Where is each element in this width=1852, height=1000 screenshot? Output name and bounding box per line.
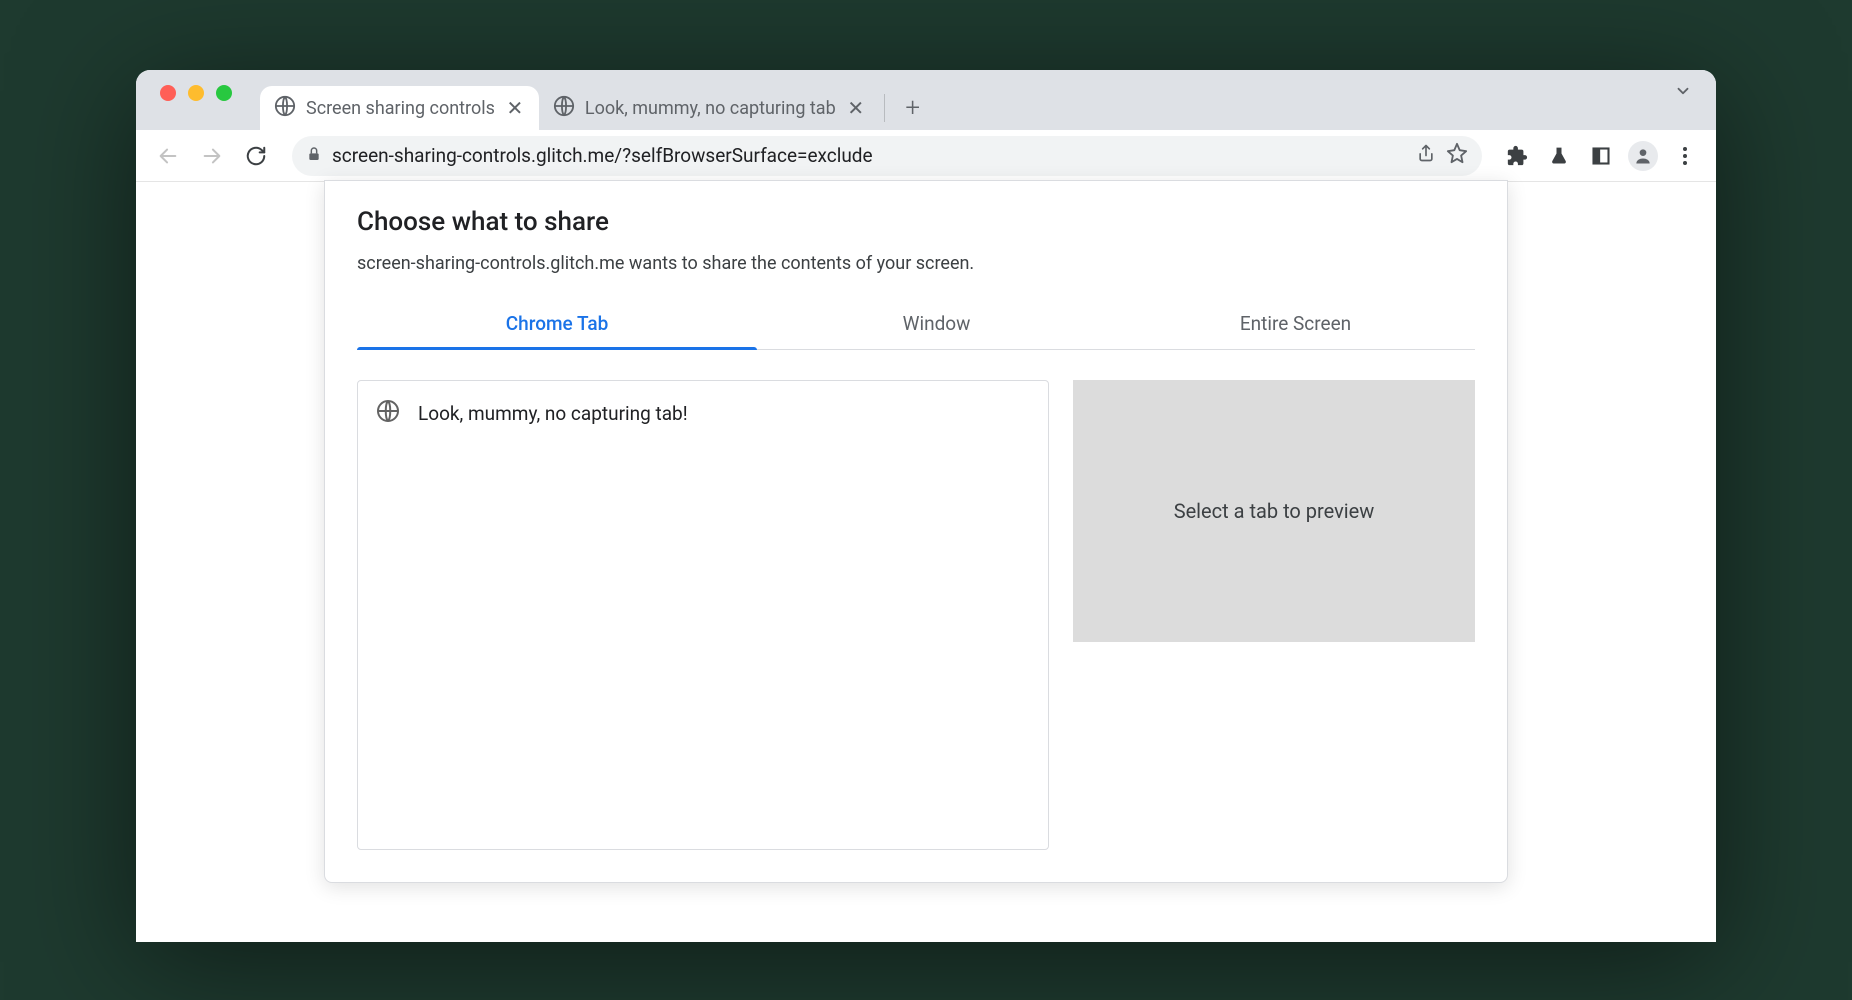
extensions-icon[interactable]: [1500, 139, 1534, 173]
share-tab-entire-screen[interactable]: Entire Screen: [1116, 298, 1475, 349]
globe-icon: [274, 95, 296, 122]
star-icon[interactable]: [1446, 142, 1468, 169]
screen-share-dialog: Choose what to share screen-sharing-cont…: [324, 180, 1508, 883]
reload-button[interactable]: [238, 138, 274, 174]
share-tab-chrome-tab[interactable]: Chrome Tab: [357, 298, 757, 349]
avatar-icon: [1628, 141, 1658, 171]
dialog-description: screen-sharing-controls.glitch.me wants …: [357, 253, 1475, 274]
preview-placeholder: Select a tab to preview: [1174, 499, 1375, 523]
shareable-tab-title: Look, mummy, no capturing tab!: [418, 402, 688, 425]
tab-search-button[interactable]: [1664, 82, 1702, 104]
browser-tab-inactive[interactable]: Look, mummy, no capturing tab ✕: [539, 86, 880, 130]
tab-separator: [884, 94, 885, 122]
back-button[interactable]: [150, 138, 186, 174]
shareable-tab-item[interactable]: Look, mummy, no capturing tab!: [376, 395, 1030, 432]
url-text: screen-sharing-controls.glitch.me/?selfB…: [332, 144, 1406, 167]
share-icon[interactable]: [1416, 143, 1436, 168]
globe-icon: [376, 399, 400, 428]
share-content: Look, mummy, no capturing tab! Select a …: [357, 380, 1475, 850]
maximize-window-button[interactable]: [216, 85, 232, 101]
profile-button[interactable]: [1626, 139, 1660, 173]
labs-icon[interactable]: [1542, 139, 1576, 173]
tab-title: Screen sharing controls: [306, 98, 495, 119]
window-controls: [160, 85, 232, 101]
menu-button[interactable]: [1668, 139, 1702, 173]
shareable-tab-list: Look, mummy, no capturing tab!: [357, 380, 1049, 850]
globe-icon: [553, 95, 575, 122]
close-tab-icon[interactable]: ✕: [505, 96, 525, 120]
browser-window: Screen sharing controls ✕ Look, mummy, n…: [136, 70, 1716, 942]
titlebar: Screen sharing controls ✕ Look, mummy, n…: [136, 70, 1716, 130]
browser-tab-active[interactable]: Screen sharing controls ✕: [260, 86, 539, 130]
toolbar: screen-sharing-controls.glitch.me/?selfB…: [136, 130, 1716, 182]
tab-title: Look, mummy, no capturing tab: [585, 98, 836, 119]
address-bar[interactable]: screen-sharing-controls.glitch.me/?selfB…: [292, 136, 1482, 176]
tab-strip: Screen sharing controls ✕ Look, mummy, n…: [260, 70, 1664, 130]
share-source-tabs: Chrome Tab Window Entire Screen: [357, 298, 1475, 350]
preview-panel: Select a tab to preview: [1073, 380, 1475, 642]
close-window-button[interactable]: [160, 85, 176, 101]
forward-button[interactable]: [194, 138, 230, 174]
close-tab-icon[interactable]: ✕: [846, 96, 866, 120]
dialog-title: Choose what to share: [357, 207, 1475, 237]
minimize-window-button[interactable]: [188, 85, 204, 101]
reading-list-icon[interactable]: [1584, 139, 1618, 173]
share-tab-window[interactable]: Window: [757, 298, 1116, 349]
lock-icon: [306, 144, 322, 167]
page-viewport: Choose what to share screen-sharing-cont…: [136, 182, 1716, 942]
new-tab-button[interactable]: +: [895, 90, 931, 126]
